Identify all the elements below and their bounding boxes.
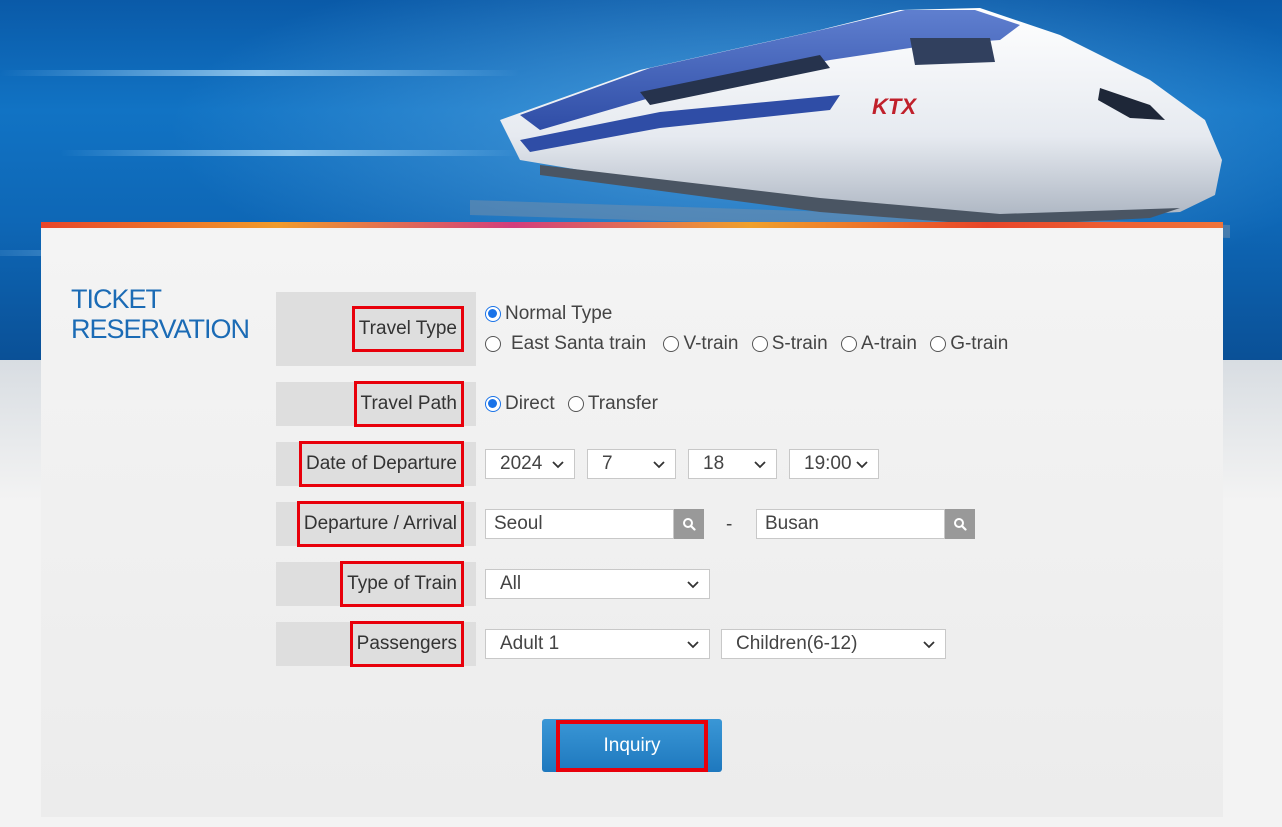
travel-path-label-cell: Travel Path (276, 381, 476, 427)
time-select[interactable]: 19:00 (789, 449, 879, 479)
page-title-line2: RESERVATION (71, 314, 250, 344)
travel-path-options: Direct Transfer (485, 393, 666, 418)
month-select[interactable]: 7 (587, 449, 676, 479)
inquiry-button[interactable]: Inquiry (542, 719, 722, 772)
radio-label: S-train (771, 333, 828, 354)
chevron-down-icon (653, 461, 665, 469)
departure-station-input[interactable]: Seoul (485, 509, 674, 539)
search-icon (954, 518, 967, 531)
travel-type-options: Normal Type (485, 303, 620, 328)
radio-label: Direct (505, 393, 555, 414)
radio-label: G-train (950, 333, 1009, 354)
type-of-train-label: Type of Train (340, 561, 464, 607)
arrival-station-input[interactable]: Busan (756, 509, 945, 539)
train-type-select[interactable]: All (485, 569, 710, 599)
page-title-line1: TICKET (71, 284, 162, 314)
panel-top-stripe (41, 222, 1223, 228)
train-type-value: All (500, 573, 522, 594)
time-value: 19:00 (804, 453, 852, 474)
radio-east-santa-train[interactable]: East Santa train (485, 333, 646, 355)
travel-type-options-row2: East Santa train V-train S-train A-train… (485, 333, 1016, 358)
children-passengers-value: Children(6-12) (736, 633, 858, 654)
chevron-down-icon (923, 641, 935, 649)
chevron-down-icon (687, 641, 699, 649)
passengers-label-cell: Passengers (276, 621, 476, 667)
day-value: 18 (703, 453, 725, 474)
radio-button[interactable] (567, 396, 584, 412)
chevron-down-icon (552, 461, 564, 469)
adult-passengers-value: Adult 1 (500, 633, 560, 654)
radio-a-train[interactable]: A-train (840, 333, 917, 355)
radio-label: East Santa train (511, 333, 647, 354)
radio-v-train[interactable]: V-train (663, 333, 738, 355)
month-value: 7 (602, 453, 613, 474)
radio-button[interactable] (930, 336, 947, 352)
radio-transfer[interactable]: Transfer (567, 393, 658, 415)
travel-type-label-cell: Travel Type (276, 292, 476, 366)
inquiry-button-label: Inquiry (556, 719, 708, 772)
radio-normal-type[interactable]: Normal Type (485, 303, 612, 325)
year-value: 2024 (500, 453, 543, 474)
radio-g-train[interactable]: G-train (930, 333, 1008, 355)
page-title: TICKET RESERVATION (71, 284, 250, 344)
date-of-departure-label: Date of Departure (298, 441, 464, 487)
adult-passengers-select[interactable]: Adult 1 (485, 629, 710, 659)
year-select[interactable]: 2024 (485, 449, 575, 479)
radio-button[interactable] (485, 336, 501, 352)
departure-arrival-label: Departure / Arrival (296, 501, 464, 547)
ktx-logo: KTX (872, 94, 917, 119)
travel-path-label: Travel Path (353, 381, 464, 427)
day-select[interactable]: 18 (688, 449, 777, 479)
departure-search-button[interactable] (674, 509, 704, 539)
travel-type-label: Travel Type (351, 306, 464, 352)
search-icon (683, 518, 696, 531)
children-passengers-select[interactable]: Children(6-12) (721, 629, 946, 659)
radio-button-checked[interactable] (485, 396, 501, 412)
radio-button-checked[interactable] (485, 306, 501, 322)
arrival-station-value: Busan (765, 513, 819, 534)
radio-direct[interactable]: Direct (485, 393, 555, 415)
radio-button[interactable] (840, 336, 857, 352)
radio-label: Transfer (587, 393, 658, 414)
radio-label: A-train (860, 333, 917, 354)
chevron-down-icon (754, 461, 766, 469)
type-of-train-label-cell: Type of Train (276, 561, 476, 607)
radio-s-train[interactable]: S-train (751, 333, 828, 355)
departure-station-value: Seoul (494, 513, 543, 534)
passengers-label: Passengers (349, 621, 464, 667)
route-separator: - (726, 514, 733, 535)
radio-label: V-train (683, 333, 739, 354)
date-of-departure-label-cell: Date of Departure (276, 441, 476, 487)
chevron-down-icon (687, 581, 699, 589)
radio-button[interactable] (663, 336, 680, 352)
departure-arrival-label-cell: Departure / Arrival (276, 501, 476, 547)
arrival-search-button[interactable] (945, 509, 975, 539)
radio-label: Normal Type (505, 303, 613, 324)
radio-button[interactable] (751, 336, 768, 352)
chevron-down-icon (856, 461, 868, 469)
